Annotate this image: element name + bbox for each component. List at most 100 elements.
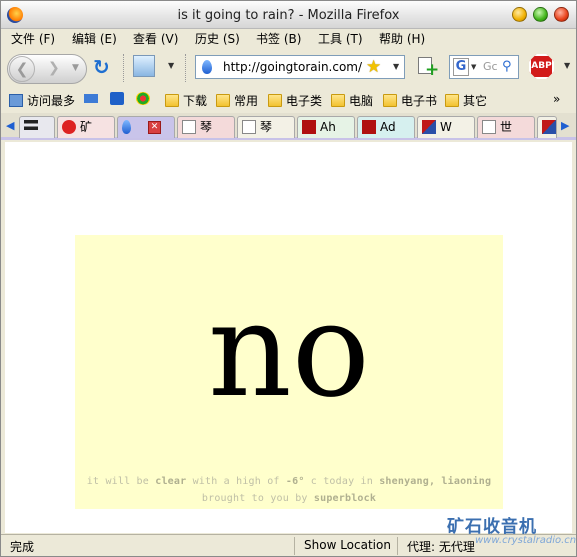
tab-favicon-icon bbox=[24, 120, 38, 134]
folder-icon bbox=[331, 94, 345, 107]
watermark: 矿石收音机 www.crystalradio.cn bbox=[447, 512, 577, 552]
menu-help[interactable]: 帮助 (H) bbox=[379, 30, 425, 47]
adblock-icon[interactable]: ABP bbox=[529, 54, 554, 79]
temperature: -6° bbox=[285, 476, 305, 487]
tab-bar: ◀ 矿 ✕ 琴 琴 Ah Ad W 世 ▶ bbox=[1, 113, 576, 140]
bookmark-folder-downloads[interactable]: 下载 bbox=[165, 92, 207, 109]
tab[interactable]: Ah bbox=[297, 116, 355, 138]
tab-favicon-icon bbox=[542, 120, 556, 134]
reload-icon[interactable]: ↻ bbox=[93, 56, 115, 78]
menu-bookmarks[interactable]: 书签 (B) bbox=[256, 30, 301, 47]
menu-tools[interactable]: 工具 (T) bbox=[318, 30, 363, 47]
bookmark-folder-common[interactable]: 常用 bbox=[216, 92, 258, 109]
page-content: no it will be clear with a high of -6° c… bbox=[5, 142, 572, 533]
search-bar[interactable]: G ▼ Gc ⚲ bbox=[449, 55, 519, 79]
bookmarks-overflow-button[interactable]: » bbox=[553, 92, 560, 106]
page-icon bbox=[242, 120, 256, 134]
rain-answer: no bbox=[208, 274, 370, 426]
tab[interactable] bbox=[537, 116, 557, 138]
forecast-line: it will be clear with a high of -6° c to… bbox=[86, 476, 492, 487]
home-icon[interactable] bbox=[133, 55, 155, 77]
watermark-cn: 矿石收音机 bbox=[447, 517, 537, 537]
search-engine-icon[interactable]: G bbox=[453, 58, 469, 76]
history-dropdown-icon[interactable]: ▼ bbox=[72, 63, 79, 73]
site-icon bbox=[84, 94, 98, 103]
tab-scroll-left-icon[interactable]: ◀ bbox=[6, 119, 14, 132]
bookmark-site-1[interactable] bbox=[84, 92, 102, 106]
bookmark-folder-ebooks[interactable]: 电子书 bbox=[383, 92, 437, 109]
forward-button[interactable]: ❯ bbox=[48, 60, 60, 76]
menu-edit[interactable]: 编辑 (E) bbox=[72, 30, 117, 47]
folder-icon bbox=[268, 94, 282, 107]
most-visited-icon bbox=[9, 94, 23, 107]
search-input[interactable]: Gc bbox=[483, 60, 498, 73]
window-title: is it going to rain? - Mozilla Firefox bbox=[177, 8, 400, 23]
bookmark-folder-electronics[interactable]: 电子类 bbox=[268, 92, 322, 109]
toolbar-separator bbox=[123, 54, 125, 82]
status-text: 完成 bbox=[10, 540, 35, 554]
menu-file[interactable]: 文件 (F) bbox=[11, 30, 55, 47]
navigation-toolbar: ❮ ❯ ▼ ↻ ▼ http://goingtorain.com/ ★ ▼ + … bbox=[1, 48, 576, 88]
bookmark-folder-other[interactable]: 其它 bbox=[445, 92, 487, 109]
search-engine-dropdown-icon[interactable]: ▼ bbox=[471, 63, 476, 71]
tab-favicon-icon bbox=[122, 120, 131, 134]
tab[interactable]: 琴 bbox=[177, 116, 235, 138]
browser-window: is it going to rain? - Mozilla Firefox 文… bbox=[0, 0, 577, 557]
tab[interactable]: 矿 bbox=[57, 116, 115, 138]
add-page-icon[interactable]: + bbox=[416, 55, 440, 79]
site-icon bbox=[110, 92, 124, 105]
page-icon bbox=[482, 120, 496, 134]
forecast-caption: it will be clear with a high of -6° c to… bbox=[75, 473, 503, 507]
bookmark-star-icon[interactable]: ★ bbox=[366, 57, 381, 77]
search-icon[interactable]: ⚲ bbox=[502, 59, 512, 74]
site-favicon-icon bbox=[202, 60, 212, 74]
tab[interactable]: W bbox=[417, 116, 475, 138]
folder-icon bbox=[165, 94, 179, 107]
menu-bar: 文件 (F) 编辑 (E) 查看 (V) 历史 (S) 书签 (B) 工具 (T… bbox=[1, 29, 576, 47]
folder-icon bbox=[383, 94, 397, 107]
tab[interactable]: 琴 bbox=[237, 116, 295, 138]
show-location-button[interactable]: Show Location bbox=[304, 538, 391, 552]
minimize-button[interactable] bbox=[512, 7, 527, 22]
adblock-dropdown-icon[interactable]: ▼ bbox=[564, 61, 570, 70]
menu-history[interactable]: 历史 (S) bbox=[195, 30, 240, 47]
forecast-panel: no it will be clear with a high of -6° c… bbox=[75, 235, 503, 509]
tab[interactable] bbox=[19, 116, 55, 138]
url-bar[interactable]: http://goingtorain.com/ ★ ▼ bbox=[195, 55, 405, 79]
menu-view[interactable]: 查看 (V) bbox=[133, 30, 178, 47]
tab-favicon-icon bbox=[302, 120, 316, 134]
url-dropdown-icon[interactable]: ▼ bbox=[393, 62, 399, 71]
folder-icon bbox=[445, 94, 459, 107]
tab[interactable]: Ad bbox=[357, 116, 415, 138]
maximize-button[interactable] bbox=[533, 7, 548, 22]
watermark-url: www.crystalradio.cn bbox=[475, 535, 577, 546]
page-icon bbox=[182, 120, 196, 134]
bookmarks-toolbar: 访问最多 下载 常用 电子类 电脑 电子书 其它 » bbox=[1, 89, 576, 111]
status-divider bbox=[294, 537, 295, 555]
back-forward-group: ❮ ❯ ▼ bbox=[7, 54, 87, 84]
tab[interactable]: 世 bbox=[477, 116, 535, 138]
bookmark-site-2[interactable] bbox=[110, 92, 128, 106]
folder-icon bbox=[216, 94, 230, 107]
tab-close-icon[interactable]: ✕ bbox=[148, 121, 161, 134]
title-bar: is it going to rain? - Mozilla Firefox bbox=[1, 1, 576, 29]
close-window-button[interactable] bbox=[554, 7, 569, 22]
flower-icon bbox=[136, 92, 150, 105]
toolbar-separator bbox=[185, 54, 187, 82]
bookmark-folder-computer[interactable]: 电脑 bbox=[331, 92, 373, 109]
credit-line: brought to you by superblock bbox=[201, 493, 377, 504]
location: shenyang, liaoning bbox=[379, 476, 492, 487]
weather-condition: clear bbox=[155, 476, 187, 487]
home-dropdown-icon[interactable]: ▼ bbox=[168, 61, 174, 70]
tab-favicon-icon bbox=[422, 120, 436, 134]
url-text[interactable]: http://goingtorain.com/ bbox=[223, 60, 362, 74]
credit-link[interactable]: superblock bbox=[314, 493, 376, 504]
tab-favicon-icon bbox=[62, 120, 76, 134]
tab-favicon-icon bbox=[362, 120, 376, 134]
back-button[interactable]: ❮ bbox=[9, 56, 35, 82]
tab-scroll-right-icon[interactable]: ▶ bbox=[561, 119, 569, 132]
status-divider bbox=[397, 537, 398, 555]
tab-active[interactable]: ✕ bbox=[117, 116, 175, 138]
bookmark-site-3[interactable] bbox=[136, 92, 154, 106]
bookmark-most-visited[interactable]: 访问最多 bbox=[9, 92, 75, 109]
